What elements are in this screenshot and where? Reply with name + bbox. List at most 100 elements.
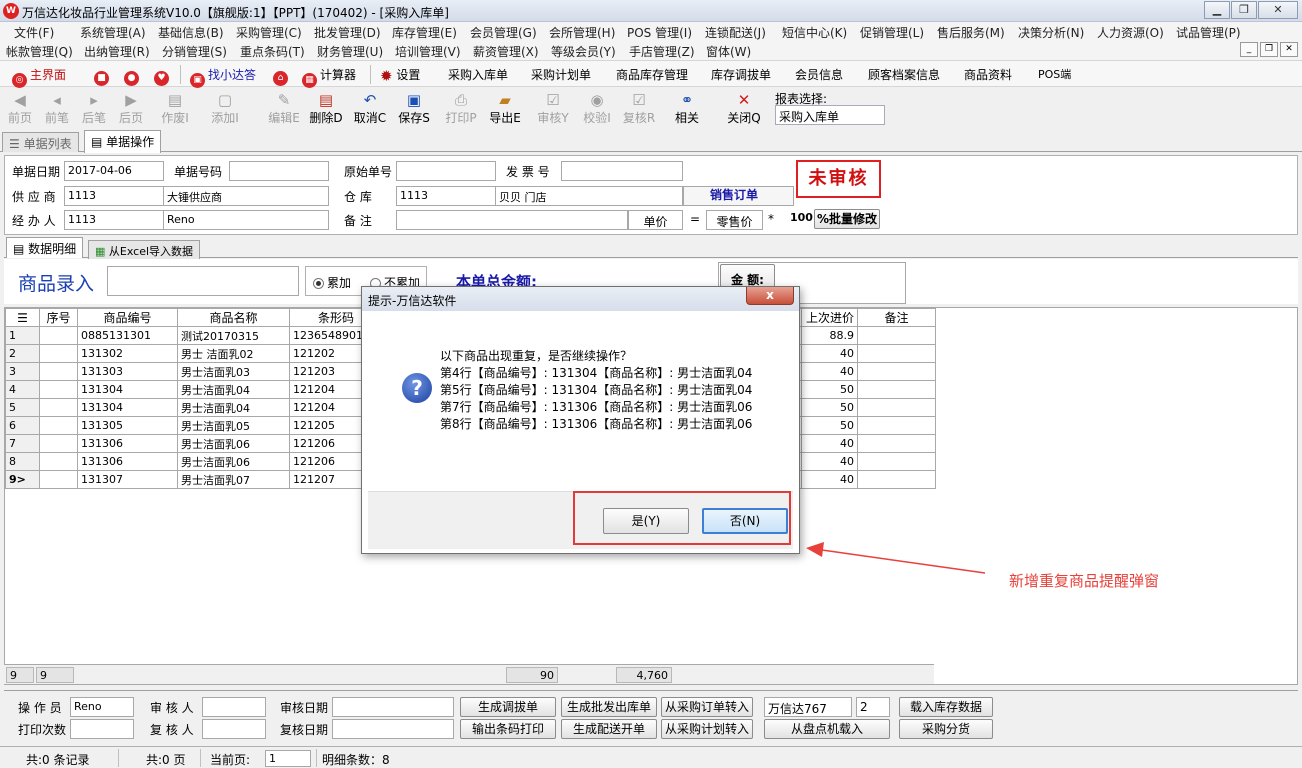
quick-member-info[interactable]: 会员信息 <box>795 66 843 83</box>
cell[interactable] <box>39 362 78 381</box>
menu-item[interactable]: POS 管理(I) <box>627 24 692 41</box>
cell[interactable] <box>39 398 78 417</box>
remark-field[interactable] <box>396 210 628 230</box>
cell[interactable]: 50 <box>801 416 858 435</box>
tab-data-detail[interactable]: ▤ 数据明细 <box>6 237 84 258</box>
cell[interactable] <box>857 326 936 345</box>
quick-home[interactable]: ◎ 主界面 <box>12 66 66 88</box>
cell[interactable] <box>39 452 78 471</box>
menu-item[interactable]: 决策分析(N) <box>1018 24 1084 41</box>
prev-record-button[interactable]: ◂ 前笔 <box>40 91 74 129</box>
menu-item[interactable]: 批发管理(D) <box>314 24 381 41</box>
purchase-allocate-button[interactable]: 采购分货 <box>899 719 993 739</box>
menu-item[interactable]: 系统管理(A) <box>80 24 146 41</box>
menu-item[interactable]: 人力资源(O) <box>1097 24 1164 41</box>
cell[interactable]: 男士洁面乳03 <box>177 362 290 381</box>
cell[interactable]: 男士洁面乳04 <box>177 398 290 417</box>
mdi-restore-icon[interactable]: ❐ <box>1260 42 1278 57</box>
operator-field[interactable]: Reno <box>70 697 134 717</box>
close-button[interactable]: ✕ 关闭Q <box>727 91 761 129</box>
void-button[interactable]: ▤ 作废I <box>158 91 192 129</box>
review-date-field[interactable] <box>332 719 454 739</box>
quick-product-info[interactable]: 商品资料 <box>964 66 1012 83</box>
date-field[interactable]: 2017-04-06 <box>64 161 164 181</box>
tab-excel-import[interactable]: ▦ 从Excel导入数据 <box>88 240 201 260</box>
menu-item[interactable]: 会所管理(H) <box>549 24 615 41</box>
audit-date-field[interactable] <box>332 697 454 717</box>
barcode-print-button[interactable]: 输出条码打印 <box>460 719 556 739</box>
menu-item[interactable]: 出纳管理(R) <box>84 43 150 60</box>
menu-item[interactable]: 短信中心(K) <box>782 24 847 41</box>
cell[interactable]: 131303 <box>77 362 178 381</box>
warehouse-code-field[interactable]: 1113 <box>396 186 496 206</box>
cell[interactable] <box>39 344 78 363</box>
cell[interactable]: 50 <box>801 398 858 417</box>
cell[interactable]: 40 <box>801 434 858 453</box>
quick-pos[interactable]: POS端 <box>1038 66 1071 82</box>
cell[interactable]: 131304 <box>77 398 178 417</box>
quick-calculator[interactable]: ▦ 计算器 <box>302 66 356 88</box>
column-header[interactable]: 上次进价 <box>801 308 858 327</box>
minimize-button[interactable]: ▁ <box>1204 1 1230 19</box>
menu-item[interactable]: 培训管理(V) <box>395 43 461 60</box>
cell[interactable]: 40 <box>801 344 858 363</box>
delete-button[interactable]: ▤ 删除D <box>309 91 343 129</box>
menu-item[interactable]: 财务管理(U) <box>317 43 383 60</box>
cell[interactable]: 131305 <box>77 416 178 435</box>
cell[interactable]: 40 <box>801 452 858 471</box>
quick-settings[interactable]: ✹ 设置 <box>380 66 420 85</box>
menu-item[interactable]: 薪资管理(X) <box>473 43 539 60</box>
menu-item[interactable]: 促销管理(L) <box>860 24 924 41</box>
gen-distribution-button[interactable]: 生成配送开单 <box>561 719 657 739</box>
gen-transfer-button[interactable]: 生成调拔单 <box>460 697 556 717</box>
reviewer-field[interactable] <box>202 719 266 739</box>
quick-assistant[interactable]: ▣ 找小达答 <box>190 66 256 88</box>
orig-no-field[interactable] <box>396 161 496 181</box>
cell[interactable]: 131307 <box>77 470 178 489</box>
verify-button[interactable]: ◉ 校验I <box>580 91 614 129</box>
cell[interactable]: 131306 <box>77 452 178 471</box>
print-button[interactable]: ⎙ 打印P <box>444 91 478 129</box>
from-purchase-plan-button[interactable]: 从采购计划转入 <box>661 719 753 739</box>
radio-accumulate[interactable]: 累加 <box>313 274 351 291</box>
cell[interactable]: 男士洁面乳06 <box>177 452 290 471</box>
menu-item[interactable]: 连锁配送(J) <box>705 24 766 41</box>
cell[interactable]: 50 <box>801 380 858 399</box>
close-window-button[interactable]: ✕ <box>1258 1 1298 19</box>
menu-item[interactable]: 重点条码(T) <box>240 43 305 60</box>
quick-customer-file[interactable]: 顾客档案信息 <box>868 66 940 83</box>
batch-modify-button[interactable]: %批量修改 <box>814 209 880 229</box>
column-header[interactable]: 商品编号 <box>77 308 178 327</box>
cell[interactable] <box>857 362 936 381</box>
warehouse-name-field[interactable]: 贝贝 门店 <box>495 186 683 206</box>
cell[interactable]: 男士洁面乳06 <box>177 434 290 453</box>
cell[interactable]: 0885131301 <box>77 326 178 345</box>
auditor-field[interactable] <box>202 697 266 717</box>
column-header[interactable]: 商品名称 <box>177 308 290 327</box>
report-select[interactable]: 采购入库单 <box>775 105 885 125</box>
edit-button[interactable]: ✎ 编辑E <box>267 91 301 129</box>
gen-wholesale-out-button[interactable]: 生成批发出库单 <box>561 697 657 717</box>
cell[interactable] <box>39 380 78 399</box>
add-button[interactable]: ▢ 添加I <box>208 91 242 129</box>
export-button[interactable]: ▰ 导出E <box>488 91 522 129</box>
product-entry-input[interactable] <box>107 266 299 296</box>
store-no-field[interactable]: 2 <box>856 697 890 717</box>
next-record-button[interactable]: ▸ 后笔 <box>77 91 111 129</box>
cell[interactable]: 男士洁面乳05 <box>177 416 290 435</box>
chat-icon[interactable]: ● <box>124 66 142 86</box>
quick-transfer[interactable]: 库存调拔单 <box>711 66 771 83</box>
cell[interactable] <box>39 416 78 435</box>
print-count-field[interactable] <box>70 719 134 739</box>
tab-document-list[interactable]: ☰ 单据列表 <box>2 132 79 152</box>
last-page-button[interactable]: ▶ 后页 <box>114 91 148 129</box>
related-button[interactable]: ⚭ 相关 <box>670 91 704 129</box>
cell[interactable]: 40 <box>801 470 858 489</box>
menu-item[interactable]: 基础信息(B) <box>158 24 224 41</box>
percent-value[interactable]: 100 <box>790 211 813 224</box>
quick-stock-mgmt[interactable]: 商品库存管理 <box>616 66 688 83</box>
save-button[interactable]: ▣ 保存S <box>397 91 431 129</box>
quick-purchase-in[interactable]: 采购入库单 <box>448 66 508 83</box>
grid-menu-icon[interactable]: ☰ <box>5 308 40 327</box>
lock-icon[interactable]: ■ <box>94 66 112 86</box>
